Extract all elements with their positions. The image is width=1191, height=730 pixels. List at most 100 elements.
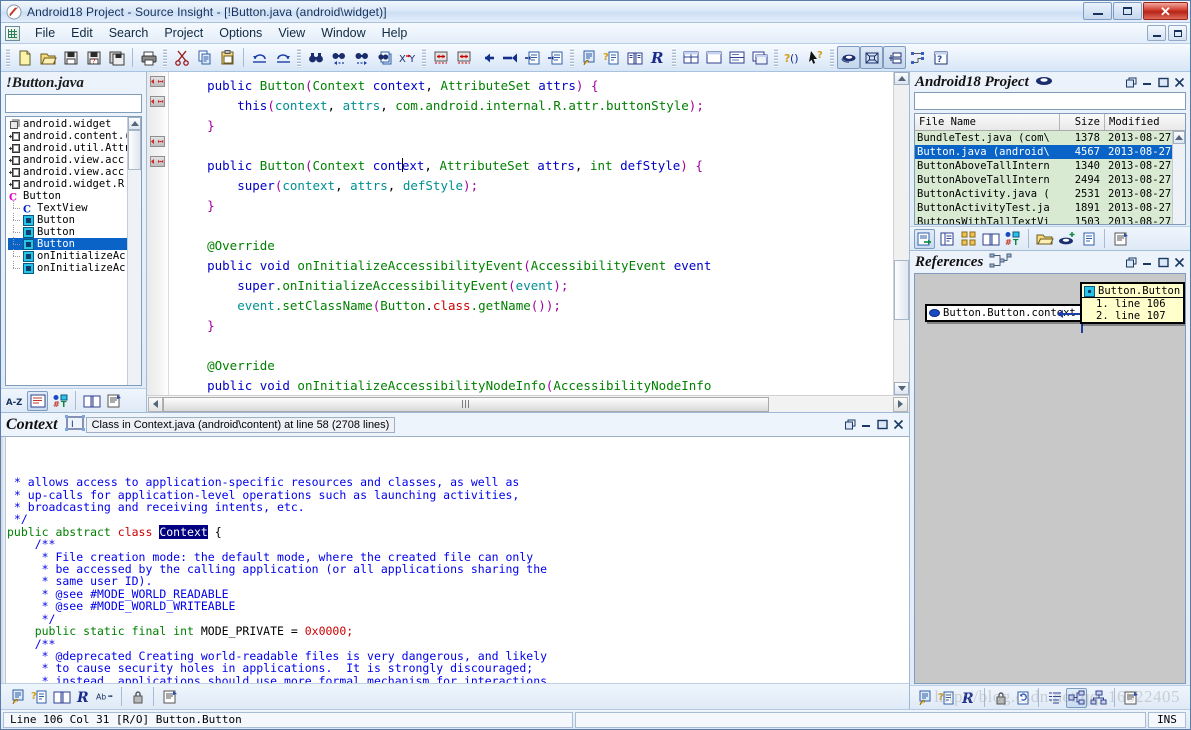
symbol-tree-item[interactable]: android.content.( [8, 130, 127, 142]
panel-close-button[interactable] [1174, 77, 1185, 88]
reference-line-item[interactable]: 2. line 107 [1082, 310, 1183, 322]
sort-options-button[interactable]: # T [1002, 229, 1023, 249]
class-hierarchy-button[interactable] [906, 46, 929, 69]
save-as-button[interactable]: ? [82, 46, 105, 69]
scroll-thumb[interactable] [894, 260, 909, 320]
symbol-info-button[interactable]: ? [600, 46, 623, 69]
context-window-button[interactable] [914, 688, 935, 708]
symbol-window-button[interactable] [860, 46, 883, 69]
panel-restore-button[interactable] [1126, 257, 1137, 268]
scroll-thumb[interactable] [128, 130, 141, 170]
panel-restore-button[interactable] [1126, 77, 1137, 88]
symbol-tree-item[interactable]: android.view.acc [8, 166, 127, 178]
code-line[interactable]: } [169, 116, 893, 136]
gutter-marker-icon[interactable] [150, 136, 165, 147]
gutter-marker-icon[interactable] [150, 76, 165, 87]
find-previous-button[interactable] [327, 46, 350, 69]
code-line[interactable]: @Override [169, 356, 893, 376]
column-header-size[interactable]: Size [1060, 114, 1105, 130]
symbol-tree-item[interactable]: onInitializeAc [8, 261, 127, 274]
symbol-filter-input[interactable] [5, 94, 142, 113]
file-list-scrollbar[interactable] [1172, 131, 1185, 224]
project-properties-button[interactable] [1110, 229, 1131, 249]
file-list-row[interactable]: BundleTest.java (com\ 1378 2013-08-27 [915, 131, 1172, 145]
panel-minimize-button[interactable] [1142, 257, 1153, 268]
list-view-button[interactable] [27, 390, 48, 411]
column-header-file-name[interactable]: File Name [915, 114, 1060, 130]
toolbar-grip[interactable] [6, 47, 10, 68]
mdi-minimize-button[interactable] [1147, 25, 1166, 41]
toolbar-grip[interactable] [570, 47, 574, 68]
code-line[interactable]: public Button(Context context, Attribute… [169, 76, 893, 96]
graph-horizontal-button[interactable] [1066, 687, 1087, 708]
horizontal-split-button[interactable] [725, 46, 748, 69]
context-code-line[interactable]: * instead, applications should use more … [7, 675, 909, 683]
tile-windows-button[interactable] [679, 46, 702, 69]
file-list-row[interactable]: Button.java (android\ 4567 2013-08-27 [915, 145, 1172, 159]
scroll-up-arrow[interactable] [894, 72, 909, 85]
code-line[interactable]: } [169, 196, 893, 216]
symbol-tree-item[interactable]: Button [8, 237, 127, 250]
replace-button[interactable]: XY [396, 46, 419, 69]
window-minimize-button[interactable] [1083, 2, 1112, 20]
column-header-modified[interactable]: Modified [1105, 114, 1185, 130]
toolbar-grip[interactable] [422, 47, 426, 68]
menu-edit[interactable]: Edit [63, 24, 101, 42]
function-help-button[interactable]: ?() [781, 46, 804, 69]
context-code-line[interactable]: public abstract class Context { [7, 524, 909, 539]
editor-vertical-scrollbar[interactable] [893, 72, 909, 395]
menu-search[interactable]: Search [101, 24, 157, 42]
copy-button[interactable] [193, 46, 216, 69]
gutter-marker-icon[interactable] [150, 156, 165, 167]
toolbar-grip[interactable] [672, 47, 676, 68]
symbol-tree-item[interactable]: C TextView [8, 201, 127, 215]
context-properties-button[interactable] [159, 687, 180, 707]
find-in-files-button[interactable] [373, 46, 396, 69]
jump-to-caller-button[interactable] [452, 46, 475, 69]
window-maximize-button[interactable] [1113, 2, 1142, 20]
lock-context-button[interactable] [127, 687, 148, 707]
scroll-left-arrow[interactable] [148, 396, 163, 412]
toolbar-grip[interactable] [774, 47, 778, 68]
find-button[interactable] [304, 46, 327, 69]
type-filter-button[interactable]: # T [49, 391, 70, 411]
panel-minimize-button[interactable] [861, 419, 872, 430]
symbol-info-button[interactable]: ? [936, 688, 957, 708]
file-list-row[interactable]: ButtonActivityTest.ja 1891 2013-08-27 [915, 201, 1172, 215]
lock-relation-button[interactable] [990, 688, 1011, 708]
scroll-down-arrow[interactable] [894, 382, 909, 395]
gutter-marker-icon[interactable] [150, 96, 165, 107]
symbol-tree-item[interactable]: android.util.Attr [8, 142, 127, 154]
menu-help[interactable]: Help [374, 24, 416, 42]
refresh-relation-button[interactable] [1012, 688, 1033, 708]
toolbar-grip[interactable] [830, 47, 834, 68]
editor-gutter[interactable] [147, 72, 169, 395]
symbol-tree-item[interactable]: onInitializeAc [8, 249, 127, 262]
panel-close-button[interactable] [893, 419, 904, 430]
browse-book-button[interactable] [51, 687, 72, 707]
project-filter-input[interactable] [914, 92, 1186, 110]
symbol-info-button[interactable]: ? [29, 687, 50, 707]
symbol-tree-item[interactable]: Button [8, 213, 127, 226]
reference-node-method[interactable]: Button.Button 1. line 106 2. line 107 [1080, 282, 1185, 324]
project-window-button[interactable] [837, 46, 860, 69]
panel-maximize-button[interactable] [877, 419, 888, 430]
file-list-row[interactable]: ButtonActivity.java (2531 2013-08-27 [915, 187, 1172, 201]
cut-button[interactable] [170, 46, 193, 69]
context-code-line[interactable]: public static final int MODE_PRIVATE = 0… [7, 625, 909, 637]
code-line[interactable]: super(context, attrs, defStyle); [169, 176, 893, 196]
code-line[interactable] [169, 336, 893, 356]
back-button[interactable] [475, 46, 498, 69]
panel-properties-button[interactable] [103, 391, 124, 411]
cascade-windows-button[interactable] [748, 46, 771, 69]
scroll-up-arrow[interactable] [128, 117, 141, 130]
find-next-button[interactable] [350, 46, 373, 69]
scroll-thumb[interactable] [163, 396, 769, 412]
symbol-grid-button[interactable] [958, 229, 979, 249]
code-line[interactable]: super.onInitializeAccessibilityEvent(eve… [169, 276, 893, 296]
menu-window[interactable]: Window [313, 24, 373, 42]
symbol-tree-item[interactable]: android.widget [8, 118, 127, 130]
code-line[interactable] [169, 136, 893, 156]
goto-line-button[interactable] [521, 46, 544, 69]
jump-to-definition-button[interactable] [429, 46, 452, 69]
